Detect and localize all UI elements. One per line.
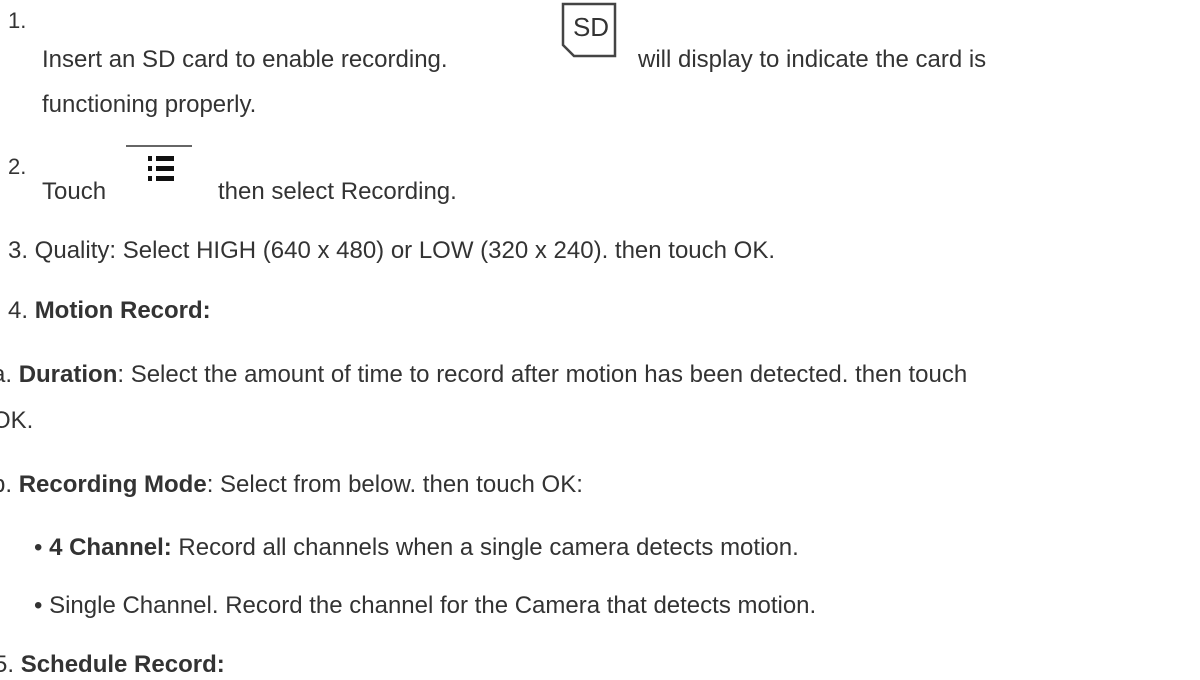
step-1-text: Insert an SD card to enable recording. [42,45,448,75]
step-1-text-before-icon: Insert an SD card to enable recording. [42,46,448,73]
step-5-title: Schedule Record: [20,651,225,678]
sd-icon-label: SD [573,12,609,42]
step-1-continuation: functioning properly. [42,91,257,118]
step-4-number: 4. [8,297,29,324]
step-4-heading: 4. Motion Record: [8,296,211,326]
step-4a-continuation: OK. [0,407,34,434]
bullet-item-single-channel: • Single Channel. Record the channel for… [34,591,816,621]
bullet-item-4-channel: • 4 Channel: Record all channels when a … [34,533,799,563]
step-2-text-after-icon: then select Recording. [218,178,457,205]
step-4b-term: Recording Mode [18,471,207,498]
step-5-number: 5. [0,651,15,678]
step-3-text: 3. Quality: Select HIGH (640 x 480) or L… [8,237,776,264]
step-2-text-before-icon: Touch [42,178,107,205]
sd-card-icon: SD [561,2,617,58]
step-4b-body: : Select from below. then touch OK: [206,471,583,498]
step-4a-prefix: a. [0,361,13,388]
bullet-text: Single Channel. Record the channel for t… [49,592,817,619]
bullet-marker: • [34,592,43,619]
bullet-term: 4 Channel: [49,534,172,561]
step-1-text-after-icon: will display to indicate the card is [638,46,987,73]
step-5-heading: 5. Schedule Record: [0,650,225,680]
step-4a-term: Duration [18,361,118,388]
step-4a-text: a. Duration: Select the amount of time t… [0,360,967,390]
step-4b-prefix: b. [0,471,13,498]
step-4a-body: : Select the amount of time to record af… [117,361,968,388]
menu-list-icon [126,145,192,181]
step-2-number: 2. [8,154,27,179]
bullet-text: Record all channels when a single camera… [171,534,799,561]
step-4-title: Motion Record: [34,297,211,324]
bullet-marker: • [34,534,43,561]
step-1-number: 1. [8,8,27,33]
step-4b-text: b. Recording Mode: Select from below. th… [0,470,583,500]
